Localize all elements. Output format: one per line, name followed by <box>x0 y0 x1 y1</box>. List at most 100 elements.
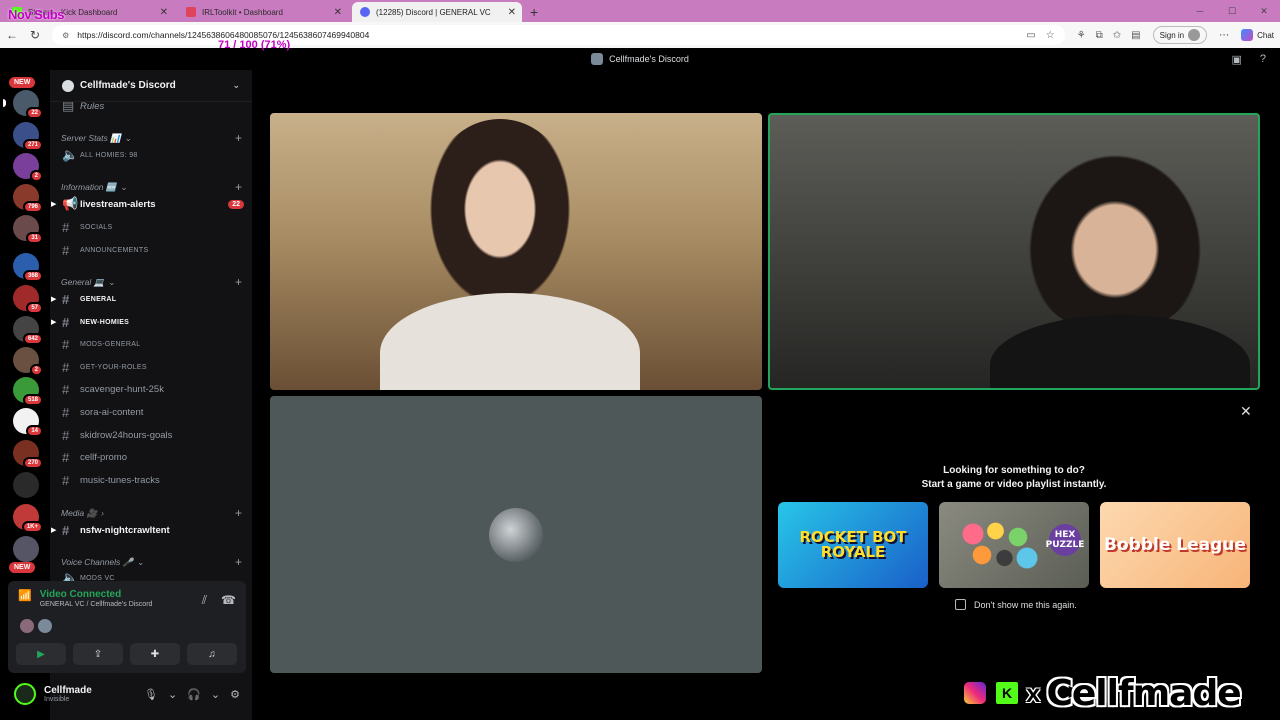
star-icon[interactable]: ☆ <box>1046 30 1055 41</box>
channel-general[interactable]: ▶ # GENERAL <box>51 289 244 309</box>
voice-location[interactable]: GENERAL VC / Cellfmade's Discord <box>40 601 153 608</box>
add-channel-icon[interactable]: + <box>235 555 242 569</box>
server-icon[interactable]: 796 <box>13 184 43 213</box>
channel-livestream-alerts[interactable]: ▶ 📢 livestream-alerts 22 <box>51 194 244 214</box>
close-icon[interactable]: ✕ <box>1240 403 1252 420</box>
activity-prompt: Looking for something to do? Start a gam… <box>921 465 1107 490</box>
close-window-icon[interactable]: ✕ <box>1248 0 1280 22</box>
back-icon[interactable]: ← <box>6 28 18 42</box>
add-channel-icon[interactable]: + <box>235 275 242 289</box>
copilot-chat-button[interactable]: Chat <box>1241 29 1274 41</box>
soundboard-button[interactable]: ♫ <box>187 643 237 665</box>
tab-discord[interactable]: (12285) Discord | GENERAL VC ✕ <box>352 2 522 22</box>
server-icon[interactable] <box>13 472 39 498</box>
settings-gear-icon[interactable]: ⚙ <box>230 688 240 701</box>
game-card-hex-puzzle[interactable]: HEX PUZZLE <box>939 502 1089 588</box>
minimize-icon[interactable]: ─ <box>1184 0 1216 22</box>
avatar[interactable] <box>20 619 34 633</box>
dont-show-checkbox[interactable] <box>955 599 966 610</box>
hash-icon: # <box>62 522 70 538</box>
server-icon[interactable]: 31 <box>13 215 43 244</box>
channel-skidrow-goals[interactable]: # skidrow24hours-goals <box>62 425 244 445</box>
user-info[interactable]: Cellfmade Invisible <box>44 685 92 703</box>
add-channel-icon[interactable]: + <box>235 180 242 194</box>
server-icon[interactable]: 2 <box>13 347 43 376</box>
category-voice-channels[interactable]: Voice Channels 🎤 ⌄ + <box>61 555 242 569</box>
inbox-icon[interactable]: ▣ <box>1231 53 1241 66</box>
dont-show-again-option[interactable]: Don't show me this again. <box>955 599 1077 610</box>
server-icon[interactable]: 642 <box>13 316 43 345</box>
channel-mods-general[interactable]: # MODS-GENERAL <box>62 334 244 354</box>
avatar[interactable] <box>14 683 36 705</box>
activities-button[interactable]: ✚ <box>130 643 180 665</box>
game-card-bobble-league[interactable]: Bobble League <box>1100 502 1250 588</box>
channel-music-tunes[interactable]: # music-tunes-tracks <box>62 470 244 490</box>
site-info-icon[interactable]: ⚙ <box>62 31 69 40</box>
avatar[interactable] <box>38 619 52 633</box>
category-information[interactable]: Information 🆕 ⌄ + <box>61 180 242 194</box>
channel-sora-ai-content[interactable]: # sora-ai-content <box>62 402 244 422</box>
screen-icon[interactable]: ▭ <box>1026 30 1035 41</box>
more-menu-icon[interactable]: ⋯ <box>1219 30 1229 41</box>
close-icon[interactable]: ✕ <box>160 7 168 18</box>
channel-scavenger-hunt[interactable]: # scavenger-hunt-25k <box>62 379 244 399</box>
channel-cellf-promo[interactable]: # cellf-promo <box>62 447 244 467</box>
server-icon[interactable]: 518 <box>13 377 43 406</box>
category-media[interactable]: Media 🎥 › + <box>61 506 242 520</box>
video-tile[interactable] <box>270 113 762 390</box>
server-icon[interactable]: 270 <box>13 440 43 469</box>
noise-suppression-icon[interactable]: ⫽ <box>202 593 207 608</box>
close-icon[interactable]: ✕ <box>508 7 516 18</box>
stream-overlay-subs-label: Nov Subs <box>8 7 64 22</box>
participant-body <box>380 293 640 390</box>
maximize-icon[interactable]: ☐ <box>1216 0 1248 22</box>
add-channel-icon[interactable]: + <box>235 506 242 520</box>
help-icon[interactable]: ? <box>1260 53 1266 66</box>
video-tile-speaking[interactable] <box>768 113 1260 390</box>
screen-share-button[interactable]: ⇪ <box>73 643 123 665</box>
channel-socials[interactable]: # SOCIALS <box>62 217 244 237</box>
sign-in-button[interactable]: Sign in <box>1152 26 1208 44</box>
game-card-rocket-bot-royale[interactable]: ROCKET BOT ROYALE <box>778 502 928 588</box>
audio-only-tile[interactable] <box>270 396 762 673</box>
server-icon[interactable]: 14 <box>13 408 43 437</box>
channel-get-your-roles[interactable]: # GET-YOUR-ROLES <box>62 357 244 377</box>
close-icon[interactable]: ✕ <box>334 7 342 18</box>
server-icon[interactable] <box>13 536 39 562</box>
url-field[interactable]: ⚙ https://discord.com/channels/124563860… <box>52 25 1065 45</box>
voice-status: Video Connected <box>39 589 122 600</box>
extensions-icon[interactable]: ⚘ <box>1077 30 1086 41</box>
headphones-icon[interactable]: 🎧 <box>187 688 201 701</box>
new-tab-button[interactable]: + <box>530 2 538 22</box>
chevron-down-icon[interactable]: ⌄ <box>211 688 220 701</box>
server-icon[interactable]: 1K+ <box>13 504 43 533</box>
disconnect-icon[interactable]: ☎ <box>221 593 236 608</box>
hash-icon: # <box>62 291 70 307</box>
channel-announcements[interactable]: # ANNOUNCEMENTS <box>62 240 244 260</box>
channel-all-homies[interactable]: 🔈 ALL HOMIES: 98 <box>62 145 244 165</box>
server-header[interactable]: Cellfmade's Discord ⌄ <box>50 70 252 102</box>
signal-icon[interactable]: 📶 <box>18 589 32 602</box>
hash-icon: # <box>62 336 70 352</box>
tab-irltoolkit[interactable]: IRLToolkit • Dashboard ✕ <box>178 2 348 22</box>
server-icon[interactable]: 57 <box>13 285 43 314</box>
split-screen-icon[interactable]: ⧉ <box>1096 30 1103 41</box>
category-server-stats[interactable]: Server Stats 📊 ⌄ + <box>61 131 242 145</box>
server-icon[interactable]: 2 <box>13 153 43 182</box>
hash-icon: # <box>62 449 70 465</box>
add-channel-icon[interactable]: + <box>235 131 242 145</box>
camera-button[interactable]: ▶ <box>16 643 66 665</box>
refresh-icon[interactable]: ↻ <box>30 28 40 42</box>
category-general[interactable]: General 💻 ⌄ + <box>61 275 242 289</box>
favorites-icon[interactable]: ✩ <box>1113 30 1121 41</box>
hash-icon: # <box>62 359 70 375</box>
collections-icon[interactable]: ▤ <box>1131 30 1140 41</box>
microphone-icon[interactable]: 🎙 <box>144 688 158 701</box>
server-icon[interactable]: 368 <box>13 253 43 282</box>
server-icon[interactable]: 22 <box>3 90 43 119</box>
channel-rules[interactable]: ▤ Rules <box>62 102 244 116</box>
server-icon[interactable]: 271 <box>13 122 43 151</box>
chevron-down-icon[interactable]: ⌄ <box>168 688 177 701</box>
channel-nsfw-nightcrawltent[interactable]: ▶ # nsfw-nightcrawltent <box>51 520 244 540</box>
channel-new-homies[interactable]: ▶ # NEW-HOMIES <box>51 312 244 332</box>
